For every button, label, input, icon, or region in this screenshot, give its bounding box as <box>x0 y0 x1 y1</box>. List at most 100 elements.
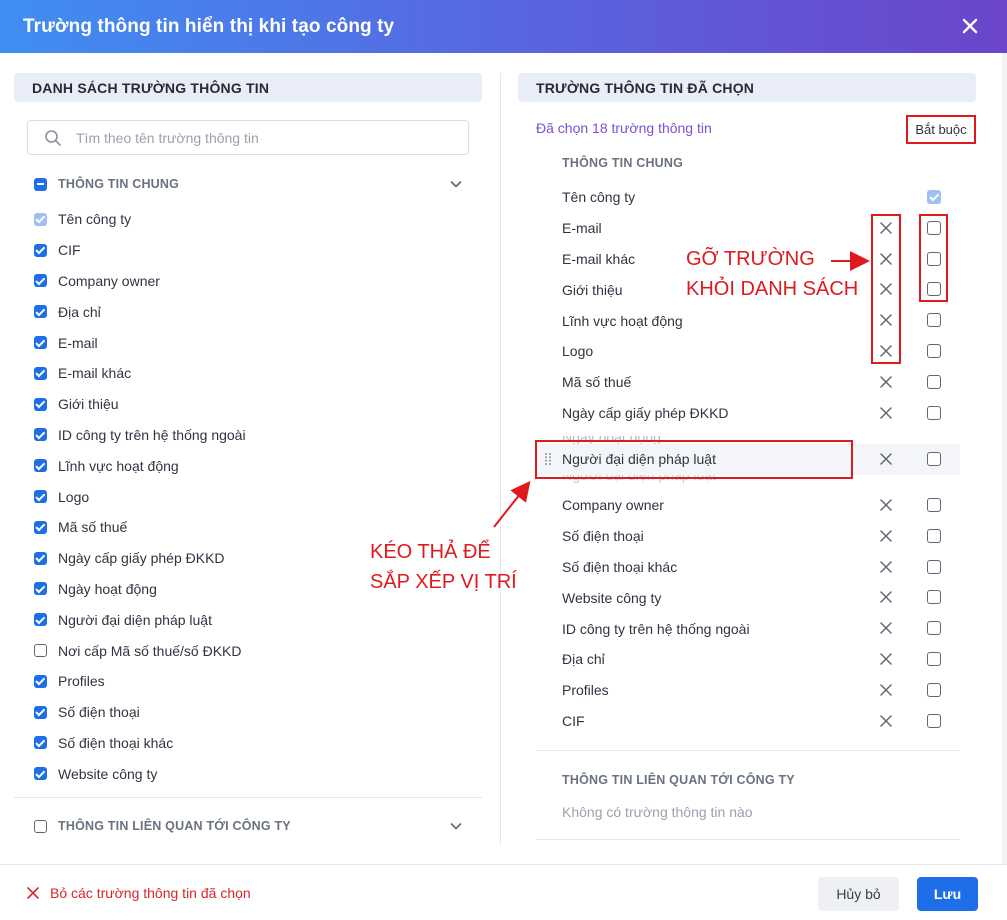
field-checkbox[interactable] <box>34 243 47 257</box>
selected-fields-title: TRƯỜNG THÔNG TIN ĐÃ CHỌN <box>518 73 976 102</box>
field-option[interactable]: E-mail <box>34 327 469 358</box>
field-checkbox[interactable] <box>34 459 47 473</box>
field-option[interactable]: ID công ty trên hệ thống ngoài <box>34 420 469 451</box>
field-option-label: Website công ty <box>58 765 158 782</box>
field-option[interactable]: CIF <box>34 235 469 266</box>
required-checkbox[interactable] <box>927 313 941 328</box>
field-option[interactable]: Số điện thoại <box>34 697 469 728</box>
selected-field-row[interactable]: Địa chỉ <box>536 644 960 675</box>
field-option[interactable]: Lĩnh vực hoạt động <box>34 450 469 481</box>
field-checkbox[interactable] <box>34 520 47 534</box>
field-checkbox[interactable] <box>34 582 47 596</box>
chevron-down-icon[interactable] <box>449 819 463 833</box>
remove-icon[interactable] <box>879 621 893 635</box>
annotation-remove-text: GỠ TRƯỜNG KHỎI DANH SÁCH <box>686 244 858 304</box>
selected-count: Đã chọn 18 trường thông tin <box>536 120 712 136</box>
required-checkbox[interactable] <box>927 590 941 605</box>
field-checkbox[interactable] <box>34 767 47 781</box>
required-checkbox[interactable] <box>927 651 941 666</box>
clear-selected-button[interactable]: Bỏ các trường thông tin đã chọn <box>26 885 251 901</box>
annotation-remove-line1: GỠ TRƯỜNG <box>686 248 815 270</box>
field-config-dialog: Trường thông tin hiển thị khi tạo công t… <box>0 0 1007 920</box>
field-option[interactable]: Số điện thoại khác <box>34 728 469 759</box>
group-general-checkbox[interactable] <box>34 177 47 191</box>
selected-field-row[interactable]: Company owner <box>536 490 960 521</box>
remove-icon[interactable] <box>879 683 893 697</box>
field-checkbox[interactable] <box>34 397 47 411</box>
selected-field-row[interactable]: Mã số thuế <box>536 367 960 398</box>
field-checkbox[interactable] <box>34 736 47 750</box>
scrollbar[interactable] <box>1002 53 1007 865</box>
field-option[interactable]: E-mail khác <box>34 358 469 389</box>
required-checkbox[interactable] <box>927 343 941 358</box>
group-related-header[interactable]: THÔNG TIN LIÊN QUAN TỚI CÔNG TY <box>34 815 469 837</box>
required-checkbox[interactable] <box>927 374 941 389</box>
selected-field-row[interactable]: Profiles <box>536 675 960 706</box>
field-option-label: Logo <box>58 488 90 505</box>
field-checkbox[interactable] <box>34 366 47 380</box>
selected-field-row[interactable]: Ngày cấp giấy phép ĐKKD <box>536 398 960 429</box>
remove-icon[interactable] <box>879 560 893 574</box>
cancel-button[interactable]: Hủy bỏ <box>818 877 899 911</box>
field-option-label: Mã số thuế <box>58 519 128 536</box>
remove-icon[interactable] <box>879 652 893 666</box>
search-box[interactable] <box>27 120 469 155</box>
divider <box>14 797 482 798</box>
field-option[interactable]: Nơi cấp Mã số thuế/số ĐKKD <box>34 635 469 666</box>
field-option[interactable]: Website công ty <box>34 758 469 789</box>
remove-icon[interactable] <box>879 714 893 728</box>
required-checkbox[interactable] <box>927 498 941 512</box>
required-checkbox[interactable] <box>927 621 941 636</box>
field-checkbox[interactable] <box>34 613 47 627</box>
field-option[interactable]: Logo <box>34 481 469 512</box>
field-option[interactable]: Giới thiệu <box>34 389 469 420</box>
required-checkbox[interactable] <box>927 682 941 697</box>
chevron-down-icon[interactable] <box>449 177 463 191</box>
field-option[interactable]: Địa chỉ <box>34 296 469 327</box>
field-checkbox[interactable] <box>34 428 47 442</box>
selected-field-label: Profiles <box>562 682 609 699</box>
selected-field-label: Lĩnh vực hoạt động <box>562 312 683 329</box>
field-checkbox[interactable] <box>34 644 47 658</box>
field-option[interactable]: Company owner <box>34 266 469 297</box>
selected-field-row[interactable]: ID công ty trên hệ thống ngoài <box>536 613 960 644</box>
selected-field-row[interactable]: Tên công ty <box>536 182 960 213</box>
remove-icon[interactable] <box>879 375 893 389</box>
save-button[interactable]: Lưu <box>917 877 978 911</box>
remove-icon[interactable] <box>879 498 893 512</box>
required-checkbox[interactable] <box>927 405 941 420</box>
field-checkbox[interactable] <box>34 305 47 319</box>
group-general-header[interactable]: THÔNG TIN CHUNG <box>34 173 469 195</box>
selected-field-label: E-mail khác <box>562 250 636 267</box>
selected-field-row[interactable]: Website công ty <box>536 582 960 613</box>
field-checkbox[interactable] <box>34 274 47 288</box>
remove-icon[interactable] <box>879 590 893 604</box>
remove-icon[interactable] <box>879 452 893 466</box>
required-checkbox[interactable] <box>927 713 941 728</box>
field-checkbox[interactable] <box>34 674 47 688</box>
field-checkbox[interactable] <box>34 551 47 565</box>
close-icon[interactable] <box>957 13 983 39</box>
field-checkbox[interactable] <box>34 490 47 504</box>
selected-field-row[interactable]: CIF <box>536 706 960 737</box>
group-related-checkbox[interactable] <box>34 819 47 833</box>
group-general-label: THÔNG TIN CHUNG <box>58 177 180 191</box>
required-column-header: Bắt buộc <box>906 115 976 144</box>
field-option[interactable]: Tên công ty <box>34 204 469 235</box>
annotation-drag-line1: KÉO THẢ ĐỂ <box>370 541 491 563</box>
required-checkbox[interactable] <box>927 559 941 574</box>
field-option-label: Người đại diện pháp luật <box>58 611 212 628</box>
field-option[interactable]: Người đại diện pháp luật <box>34 604 469 635</box>
field-option[interactable]: Profiles <box>34 666 469 697</box>
required-checkbox[interactable] <box>927 452 941 466</box>
field-option-label: Ngày hoạt động <box>58 580 157 597</box>
selected-field-row[interactable]: Số điện thoại <box>536 521 960 552</box>
field-checkbox[interactable] <box>34 336 47 350</box>
group-related-label: THÔNG TIN LIÊN QUAN TỚI CÔNG TY <box>58 819 291 833</box>
selected-field-row[interactable]: Số điện thoại khác <box>536 552 960 583</box>
remove-icon[interactable] <box>879 529 893 543</box>
required-checkbox[interactable] <box>927 528 941 543</box>
remove-icon[interactable] <box>879 406 893 420</box>
search-input[interactable] <box>76 129 436 146</box>
field-checkbox[interactable] <box>34 705 47 719</box>
